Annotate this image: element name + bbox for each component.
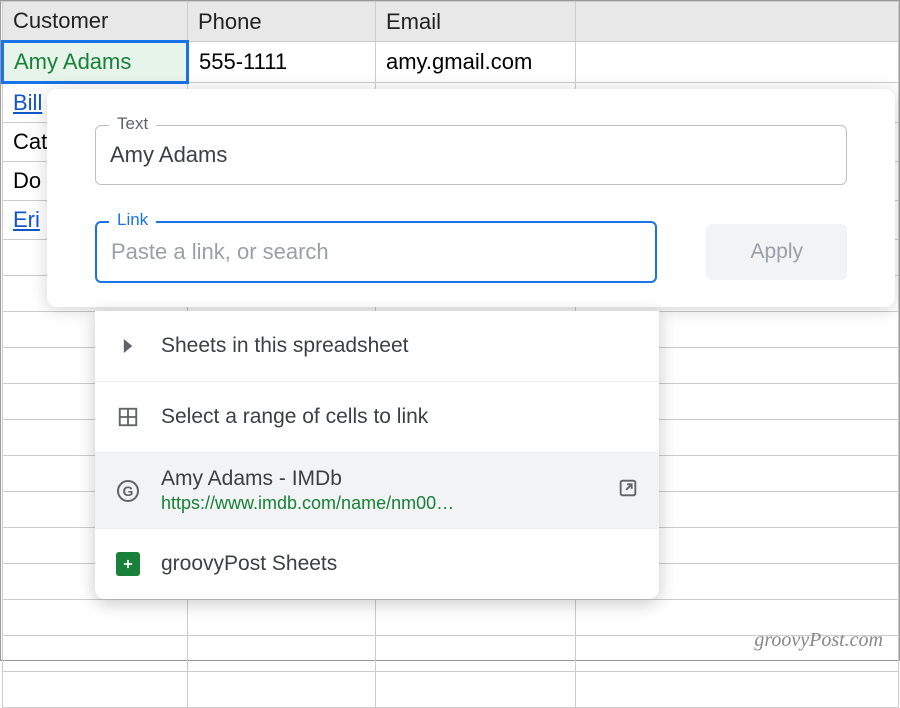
link-url-input[interactable] xyxy=(95,221,657,283)
cell[interactable] xyxy=(3,672,188,708)
dropdown-search-result[interactable]: G Amy Adams - IMDb https://www.imdb.com/… xyxy=(95,452,659,528)
search-result-url: https://www.imdb.com/name/nm00… xyxy=(161,493,607,514)
apply-button[interactable]: Apply xyxy=(706,224,847,280)
grid-icon xyxy=(115,404,141,430)
chevron-right-icon xyxy=(115,333,141,359)
link-editor-popup: Text Link Apply xyxy=(47,89,895,307)
table-row[interactable] xyxy=(3,672,899,708)
link-suggestions-dropdown: Sheets in this spreadsheet Select a rang… xyxy=(95,311,659,599)
cell[interactable] xyxy=(576,672,899,708)
cell[interactable] xyxy=(188,636,376,672)
dropdown-item-label: Select a range of cells to link xyxy=(161,405,428,429)
cell-blank[interactable] xyxy=(576,42,899,83)
cell[interactable] xyxy=(376,672,576,708)
open-new-tab-icon[interactable] xyxy=(617,477,639,505)
watermark: groovyPost.com xyxy=(754,629,883,652)
link-text-input[interactable] xyxy=(95,125,847,185)
cell[interactable] xyxy=(376,600,576,636)
google-search-icon: G xyxy=(115,478,141,504)
cell[interactable] xyxy=(3,636,188,672)
column-header-phone[interactable]: Phone xyxy=(188,2,376,42)
svg-text:G: G xyxy=(123,483,134,499)
cell-email-1[interactable]: amy.gmail.com xyxy=(376,42,576,83)
cell[interactable] xyxy=(188,672,376,708)
link-field-label: Link xyxy=(109,210,156,230)
column-header-email[interactable]: Email xyxy=(376,2,576,42)
column-header-blank[interactable] xyxy=(576,2,899,42)
table-row[interactable]: Amy Adams 555-1111 amy.gmail.com xyxy=(3,42,899,83)
cell-phone-1[interactable]: 555-1111 xyxy=(188,42,376,83)
dropdown-item-label: groovyPost Sheets xyxy=(161,552,337,576)
search-result-title: Amy Adams - IMDb xyxy=(161,467,607,491)
column-header-customer[interactable]: Customer xyxy=(3,2,188,42)
cell[interactable] xyxy=(376,636,576,672)
cell[interactable] xyxy=(188,600,376,636)
dropdown-existing-sheet[interactable]: groovyPost Sheets xyxy=(95,528,659,599)
sheets-file-icon xyxy=(115,551,141,577)
cell[interactable] xyxy=(3,600,188,636)
dropdown-sheets-in-spreadsheet[interactable]: Sheets in this spreadsheet xyxy=(95,311,659,381)
dropdown-item-label: Sheets in this spreadsheet xyxy=(161,334,409,358)
dropdown-select-range[interactable]: Select a range of cells to link xyxy=(95,381,659,452)
text-field-label: Text xyxy=(109,114,156,134)
cell-customer-1[interactable]: Amy Adams xyxy=(3,42,188,83)
